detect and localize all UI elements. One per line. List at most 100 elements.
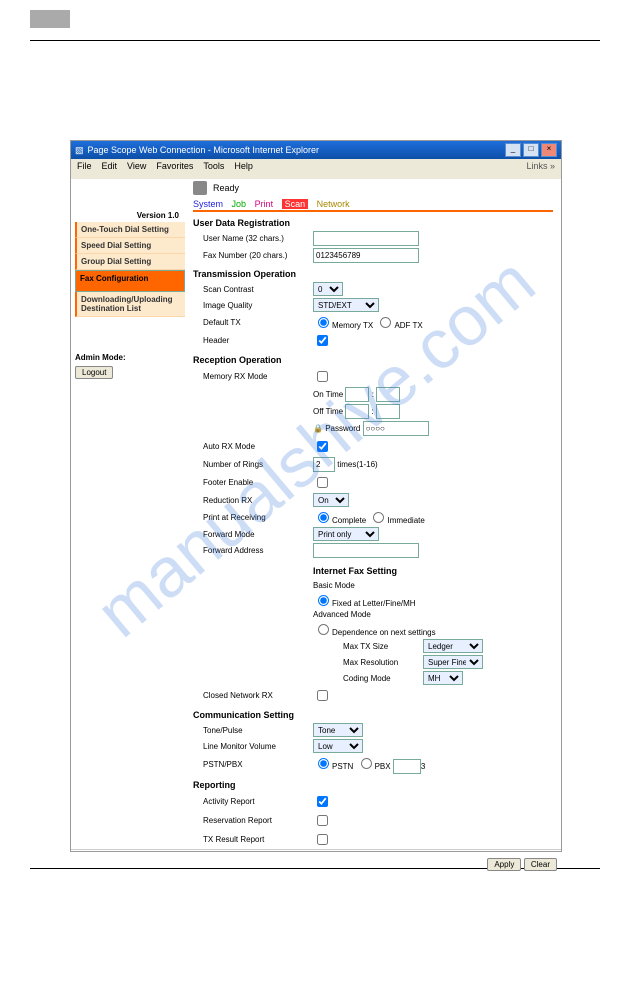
closedrx-label: Closed Network RX [193,691,313,700]
top-rule [30,40,600,41]
username-label: User Name (32 chars.) [193,234,313,243]
imageq-select[interactable]: STD/EXT [313,298,379,312]
tab-print[interactable]: Print [255,199,274,209]
activity-checkbox[interactable] [317,796,328,807]
menubar: File Edit View Favorites Tools Help Link… [71,159,561,179]
depend-radio[interactable] [318,624,329,635]
reduction-select[interactable]: On [313,493,349,507]
section-txop: Transmission Operation [193,269,553,279]
basic-label: Basic Mode [313,581,355,590]
admin-mode-label: Admin Mode: [75,353,185,362]
fwdaddr-label: Forward Address [193,546,313,555]
menu-tools[interactable]: Tools [203,161,224,177]
status-row: Ready [193,181,553,195]
closedrx-checkbox[interactable] [317,690,328,701]
coding-select[interactable]: MH [423,671,463,685]
lock-icon: 🔒 [313,424,323,433]
nav-faxconfig[interactable]: Fax Configuration [75,270,185,292]
pbx-input[interactable] [393,759,421,774]
ontime-m[interactable] [376,387,400,402]
pbx-val: 3 [421,762,425,771]
immediate-radio[interactable] [373,512,384,523]
adftx-label: ADF TX [394,321,422,330]
section-comm: Communication Setting [193,710,553,720]
adftx-radio[interactable] [380,317,391,328]
rings-input[interactable] [313,457,335,472]
memtx-radio[interactable] [318,317,329,328]
maximize-button[interactable]: □ [523,143,539,157]
basic-fixed: Fixed at Letter/Fine/MH [332,599,416,608]
memrx-checkbox[interactable] [317,371,328,382]
memtx-label: Memory TX [332,321,373,330]
footer-checkbox[interactable] [317,477,328,488]
tab-network[interactable]: Network [317,199,350,209]
ie-icon: ▧ [75,145,84,156]
scancontrast-select[interactable]: 0 [313,282,343,296]
menu-edit[interactable]: Edit [102,161,118,177]
printrx-label: Print at Receiving [193,513,313,522]
section-rxop: Reception Operation [193,355,553,365]
apply-button[interactable]: Apply [487,858,521,871]
maxres-select[interactable]: Super Fine [423,655,483,669]
menu-help[interactable]: Help [234,161,253,177]
pbx-radio[interactable] [361,758,372,769]
header-checkbox[interactable] [317,335,328,346]
nav-download[interactable]: Downloading/Uploading Destination List [75,292,185,317]
menu-file[interactable]: File [77,161,92,177]
faxnum-input[interactable] [313,248,419,263]
nav-speed[interactable]: Speed Dial Setting [75,238,185,254]
tab-system[interactable]: System [193,199,223,209]
scancontrast-label: Scan Contrast [193,285,313,294]
version-label: Version 1.0 [75,211,185,220]
main-panel: Ready System Job Print Scan Network User… [189,179,561,849]
offtime-m[interactable] [376,404,400,419]
password-input[interactable] [363,421,429,436]
fwdmode-select[interactable]: Print only [313,527,379,541]
fwdmode-label: Forward Mode [193,530,313,539]
txresult-label: TX Result Report [193,835,313,844]
status-text: Ready [213,183,239,193]
nav-group[interactable]: Group Dial Setting [75,254,185,270]
tonepulse-select[interactable]: Tone [313,723,363,737]
txresult-checkbox[interactable] [317,834,328,845]
tabs: System Job Print Scan Network [193,199,553,212]
autorx-checkbox[interactable] [317,441,328,452]
close-button[interactable]: × [541,143,557,157]
browser-window: ▧ Page Scope Web Connection - Microsoft … [70,140,562,852]
autorx-label: Auto RX Mode [193,442,313,451]
rings-label: Number of Rings [193,460,313,469]
tab-job[interactable]: Job [232,199,247,209]
pbx-label: PBX [375,762,391,771]
offtime-h[interactable] [345,404,369,419]
basic-radio[interactable] [318,595,329,606]
linevol-select[interactable]: Low [313,739,363,753]
clear-button[interactable]: Clear [524,858,557,871]
menu-view[interactable]: View [127,161,146,177]
complete-radio[interactable] [318,512,329,523]
imageq-label: Image Quality [193,301,313,310]
section-reporting: Reporting [193,780,553,790]
immediate-label: Immediate [387,516,424,525]
minimize-button[interactable]: _ [505,143,521,157]
nav-onetouch[interactable]: One-Touch Dial Setting [75,222,185,238]
header-label: Header [193,336,313,345]
username-input[interactable] [313,231,419,246]
rings-hint: times(1-16) [337,460,377,469]
links-label[interactable]: Links » [526,161,555,177]
pstnpbx-label: PSTN/PBX [193,760,313,769]
offtime-label: Off Time [313,407,343,416]
section-ifax: Internet Fax Setting [313,566,553,576]
maxsize-select[interactable]: Ledger [423,639,483,653]
memrx-label: Memory RX Mode [193,372,313,381]
tab-scan[interactable]: Scan [282,199,309,209]
pstn-radio[interactable] [318,758,329,769]
coding-label: Coding Mode [343,674,423,683]
menu-favorites[interactable]: Favorites [156,161,193,177]
fwdaddr-input[interactable] [313,543,419,558]
footer-label: Footer Enable [193,478,313,487]
logout-button[interactable]: Logout [75,366,113,379]
ontime-h[interactable] [345,387,369,402]
faxnum-label: Fax Number (20 chars.) [193,251,313,260]
reservation-checkbox[interactable] [317,815,328,826]
content-area: Version 1.0 One-Touch Dial Setting Speed… [71,179,561,849]
